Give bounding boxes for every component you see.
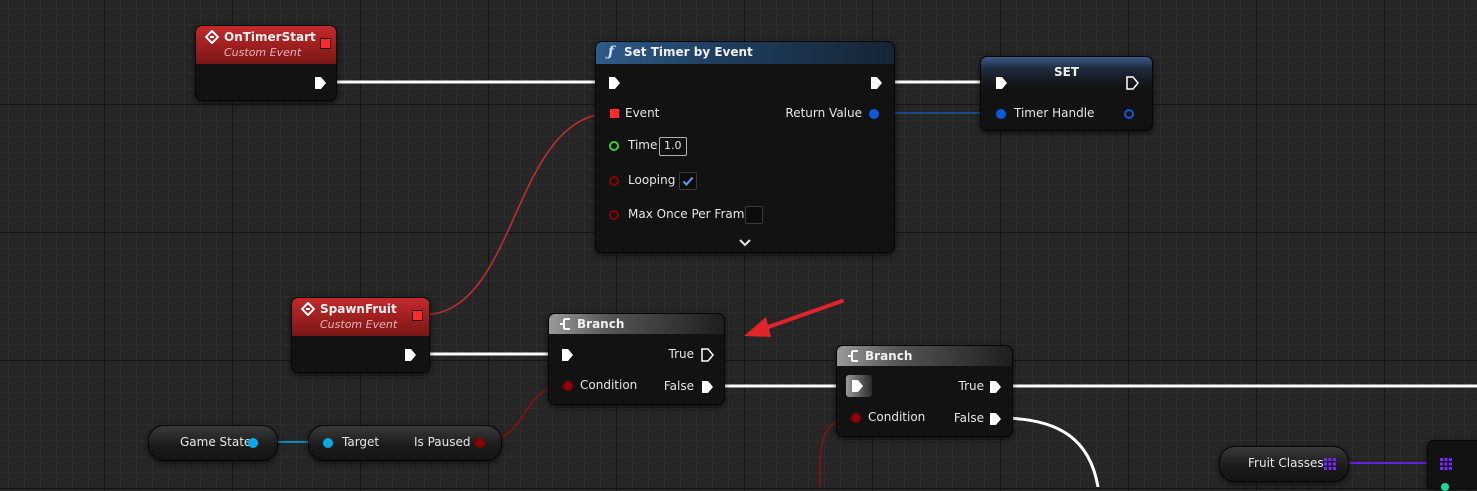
exec-output-pin[interactable] [869, 76, 883, 90]
set-timer-by-event-node[interactable]: ƒ Set Timer by Event Event Return Value … [595, 41, 895, 253]
set-timer-handle-node[interactable]: SET Timer Handle [980, 56, 1153, 131]
branch-icon [848, 350, 858, 362]
time-input-pin[interactable] [609, 141, 619, 151]
time-pin-label: Time [628, 138, 658, 152]
condition-pin-label: Condition [580, 378, 638, 392]
timer-handle-label: Timer Handle [1014, 106, 1095, 120]
time-value-input[interactable]: 1.0 [659, 137, 687, 156]
array-grid-input-pin[interactable] [1440, 458, 1452, 470]
false-exec-output-pin[interactable] [700, 380, 714, 394]
array-grid-output-pin[interactable] [1324, 458, 1336, 470]
timer-handle-output-pin[interactable] [1124, 109, 1134, 119]
ontimerstart-event-node[interactable]: OnTimerStart Custom Event [195, 25, 337, 101]
true-exec-output-pin[interactable] [700, 348, 714, 362]
exec-input-pin-highlight[interactable] [846, 375, 872, 397]
node-subtitle: Custom Event [224, 46, 302, 59]
function-f-icon: ƒ [608, 44, 615, 60]
ontimerstart-header: OnTimerStart Custom Event [196, 26, 336, 64]
game-state-variable-node[interactable]: Game State [148, 425, 278, 461]
game-state-output-pin[interactable] [248, 438, 258, 448]
expand-chevron-icon[interactable] [739, 239, 751, 247]
return-value-label: Return Value [785, 106, 862, 120]
fruit-classes-variable-node[interactable]: Fruit Classes [1219, 446, 1349, 482]
false-pin-label: False [953, 411, 984, 425]
timer-handle-input-pin[interactable] [996, 109, 1006, 119]
condition-input-pin[interactable] [851, 413, 861, 423]
is-paused-pin-label: Is Paused [414, 435, 471, 449]
exec-input-pin[interactable] [607, 76, 621, 90]
exec-output-pin[interactable] [313, 76, 327, 90]
true-pin-label: True [668, 347, 695, 361]
true-exec-output-pin[interactable] [988, 380, 1002, 394]
exec-input-pin[interactable] [994, 76, 1008, 90]
offscreen-node-partial[interactable] [1427, 440, 1477, 491]
looping-checkbox[interactable] [679, 172, 697, 190]
node-title: SpawnFruit [320, 302, 397, 316]
exec-wire-branch2-false [999, 416, 1100, 487]
spawnfruit-header: SpawnFruit Custom Event [292, 298, 429, 336]
exec-input-pin[interactable] [850, 379, 864, 393]
max-once-per-frame-label: Max Once Per Frame [628, 207, 752, 221]
branch-2-header: Branch [837, 346, 1012, 366]
event-pin-label: Event [625, 106, 660, 120]
branch-icon [560, 318, 570, 330]
node-title: Branch [577, 317, 625, 331]
condition-input-pin[interactable] [563, 381, 573, 391]
event-diamond-icon [205, 30, 219, 44]
max-once-per-frame-checkbox[interactable] [745, 206, 763, 224]
looping-input-pin[interactable] [609, 176, 619, 186]
delegate-output-pin[interactable] [412, 310, 423, 321]
exec-output-pin[interactable] [403, 348, 417, 362]
event-diamond-icon [301, 302, 315, 316]
looping-pin-label: Looping [628, 173, 676, 187]
is-paused-getter-node[interactable]: Target Is Paused [308, 425, 502, 461]
exec-output-pin[interactable] [1125, 76, 1139, 90]
max-once-per-frame-input-pin[interactable] [609, 210, 619, 220]
node-title: Branch [865, 349, 913, 363]
game-state-label: Game State [180, 435, 252, 449]
node-title: OnTimerStart [224, 30, 316, 44]
target-input-pin[interactable] [323, 438, 333, 448]
delegate-wire-spawnfruit-to-event [421, 112, 614, 316]
branch-node-1[interactable]: Branch True Condition False [548, 313, 725, 405]
node-title: Set Timer by Event [624, 45, 753, 59]
fruit-classes-label: Fruit Classes [1248, 456, 1324, 470]
set-timer-header: ƒ Set Timer by Event [596, 42, 894, 64]
condition-pin-label: Condition [868, 410, 926, 424]
delegate-output-pin[interactable] [320, 38, 331, 49]
partial-pin-icon[interactable] [1441, 483, 1449, 491]
true-pin-label: True [958, 379, 985, 393]
event-delegate-input-pin[interactable] [609, 108, 620, 119]
target-pin-label: Target [342, 435, 380, 449]
is-paused-output-pin[interactable] [475, 438, 485, 448]
false-pin-label: False [663, 379, 694, 393]
branch-1-header: Branch [549, 314, 724, 334]
exec-input-pin[interactable] [560, 348, 574, 362]
return-value-output-pin[interactable] [869, 109, 879, 119]
branch-node-2[interactable]: Branch True Condition False [836, 345, 1013, 437]
checkmark-icon [682, 176, 694, 186]
node-subtitle: Custom Event [320, 318, 398, 331]
spawnfruit-event-node[interactable]: SpawnFruit Custom Event [291, 297, 430, 373]
false-exec-output-pin[interactable] [988, 412, 1002, 426]
